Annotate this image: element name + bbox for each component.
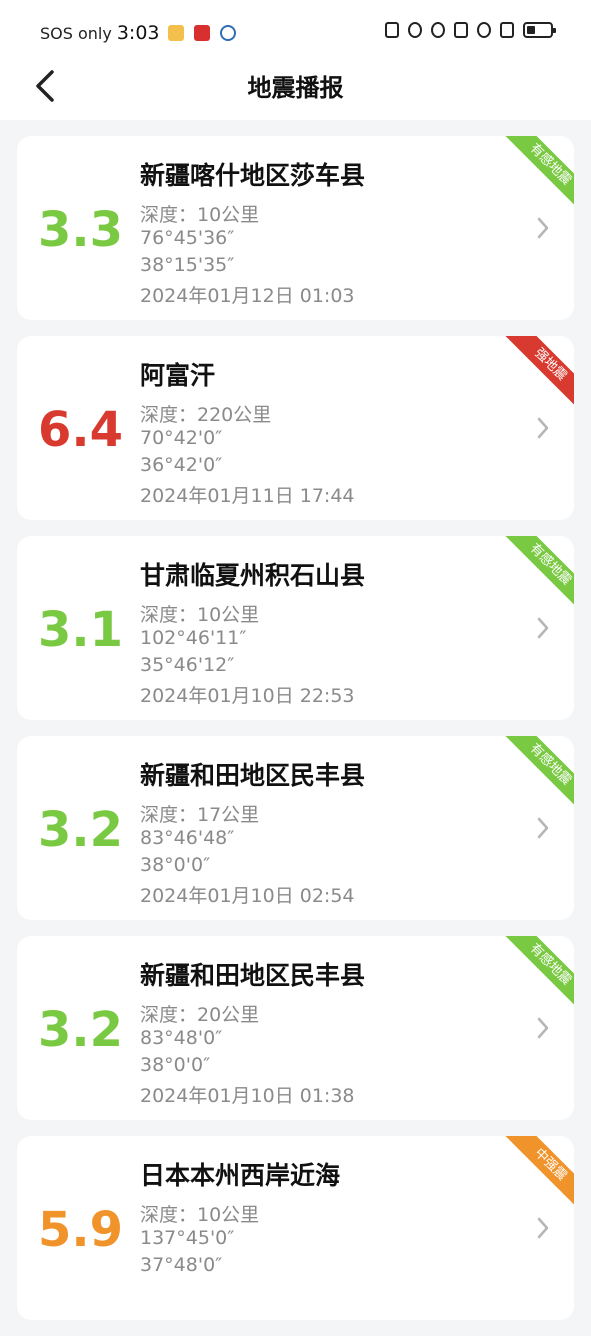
earthquake-list: 3.3 新疆喀什地区莎车县 深度：10公里 76°45'36″ 38°15'35… bbox=[17, 136, 574, 1336]
longitude: 83°46'48″ bbox=[140, 827, 235, 849]
intensity-tag: 有感地震 bbox=[505, 536, 574, 610]
magnitude: 5.9 bbox=[37, 1202, 123, 1258]
latitude: 38°0'0″ bbox=[140, 854, 211, 876]
latitude: 37°48'0″ bbox=[140, 1254, 223, 1276]
event-time: 2024年01月11日 17:44 bbox=[140, 485, 355, 507]
magnitude: 6.4 bbox=[37, 402, 123, 458]
page-title: 地震播报 bbox=[247, 74, 344, 102]
event-time: 2024年01月10日 22:53 bbox=[140, 685, 355, 707]
magnitude: 3.3 bbox=[37, 202, 123, 258]
magnitude: 3.1 bbox=[37, 602, 123, 658]
bluetooth-icon bbox=[408, 22, 422, 38]
depth: 深度：10公里 bbox=[140, 604, 260, 626]
earthquake-card[interactable]: 3.2 新疆和田地区民丰县 深度：20公里 83°48'0″ 38°0'0″ 2… bbox=[17, 936, 574, 1120]
earthquake-card[interactable]: 3.1 甘肃临夏州积石山县 深度：10公里 102°46'11″ 35°46'1… bbox=[17, 536, 574, 720]
event-time: 2024年01月10日 01:38 bbox=[140, 1085, 355, 1107]
chevron-right-icon bbox=[537, 1017, 549, 1039]
location-name: 新疆和田地区民丰县 bbox=[140, 961, 366, 990]
notification-app-icon bbox=[167, 25, 184, 41]
status-right bbox=[385, 22, 556, 38]
carrier-text: SOS only bbox=[40, 23, 112, 43]
latitude: 36°42'0″ bbox=[140, 454, 223, 476]
intensity-tag: 中强震 bbox=[505, 1136, 574, 1210]
notification-app-icon bbox=[219, 25, 236, 41]
magnitude: 3.2 bbox=[37, 802, 123, 858]
intensity-tag: 有感地震 bbox=[505, 736, 574, 810]
latitude: 38°15'35″ bbox=[140, 254, 235, 276]
longitude: 102°46'11″ bbox=[140, 627, 247, 649]
vibrate-icon bbox=[454, 22, 468, 38]
alert-icon bbox=[500, 22, 514, 38]
depth: 深度：17公里 bbox=[140, 804, 260, 826]
battery-icon bbox=[523, 22, 556, 38]
notification-app-icon bbox=[193, 25, 210, 41]
longitude: 70°42'0″ bbox=[140, 427, 223, 449]
event-time: 2024年01月12日 01:03 bbox=[140, 285, 355, 307]
location-name: 阿富汗 bbox=[140, 361, 216, 390]
wifi-icon bbox=[477, 22, 491, 38]
chevron-right-icon bbox=[537, 817, 549, 839]
depth: 深度：220公里 bbox=[140, 404, 272, 426]
chevron-right-icon bbox=[537, 217, 549, 239]
intensity-tag: 有感地震 bbox=[505, 936, 574, 1010]
earthquake-card[interactable]: 3.3 新疆喀什地区莎车县 深度：10公里 76°45'36″ 38°15'35… bbox=[17, 136, 574, 320]
longitude: 76°45'36″ bbox=[140, 227, 235, 249]
intensity-tag: 有感地震 bbox=[505, 136, 574, 210]
location-name: 新疆喀什地区莎车县 bbox=[140, 161, 366, 190]
intensity-ribbon: 强地震 bbox=[500, 336, 574, 410]
depth: 深度：20公里 bbox=[140, 1004, 260, 1026]
location-icon bbox=[431, 22, 445, 38]
longitude: 83°48'0″ bbox=[140, 1027, 223, 1049]
latitude: 35°46'12″ bbox=[140, 654, 235, 676]
nfc-icon bbox=[385, 22, 399, 38]
nav-bar: 地震播报 bbox=[0, 64, 591, 120]
depth: 深度：10公里 bbox=[140, 1204, 260, 1226]
chevron-right-icon bbox=[537, 617, 549, 639]
longitude: 137°45'0″ bbox=[140, 1227, 235, 1249]
chevron-right-icon bbox=[537, 417, 549, 439]
earthquake-card[interactable]: 5.9 日本本州西岸近海 深度：10公里 137°45'0″ 37°48'0″ … bbox=[17, 1136, 574, 1320]
event-time: 2024年01月10日 02:54 bbox=[140, 885, 355, 907]
latitude: 38°0'0″ bbox=[140, 1054, 211, 1076]
intensity-ribbon: 中强震 bbox=[500, 1136, 574, 1210]
earthquake-card[interactable]: 3.2 新疆和田地区民丰县 深度：17公里 83°46'48″ 38°0'0″ … bbox=[17, 736, 574, 920]
intensity-ribbon: 有感地震 bbox=[500, 536, 574, 610]
intensity-ribbon: 有感地震 bbox=[500, 936, 574, 1010]
intensity-tag: 强地震 bbox=[505, 336, 574, 410]
location-name: 新疆和田地区民丰县 bbox=[140, 761, 366, 790]
location-name: 日本本州西岸近海 bbox=[140, 1161, 341, 1190]
status-bar: SOS only 3:03 bbox=[0, 0, 591, 64]
chevron-right-icon bbox=[537, 1217, 549, 1239]
status-left: SOS only 3:03 bbox=[40, 22, 236, 44]
location-name: 甘肃临夏州积石山县 bbox=[140, 561, 366, 590]
depth: 深度：10公里 bbox=[140, 204, 260, 226]
clock: 3:03 bbox=[116, 22, 160, 44]
intensity-ribbon: 有感地震 bbox=[500, 736, 574, 810]
earthquake-card[interactable]: 6.4 阿富汗 深度：220公里 70°42'0″ 36°42'0″ 2024年… bbox=[17, 336, 574, 520]
intensity-ribbon: 有感地震 bbox=[500, 136, 574, 210]
magnitude: 3.2 bbox=[37, 1002, 123, 1058]
